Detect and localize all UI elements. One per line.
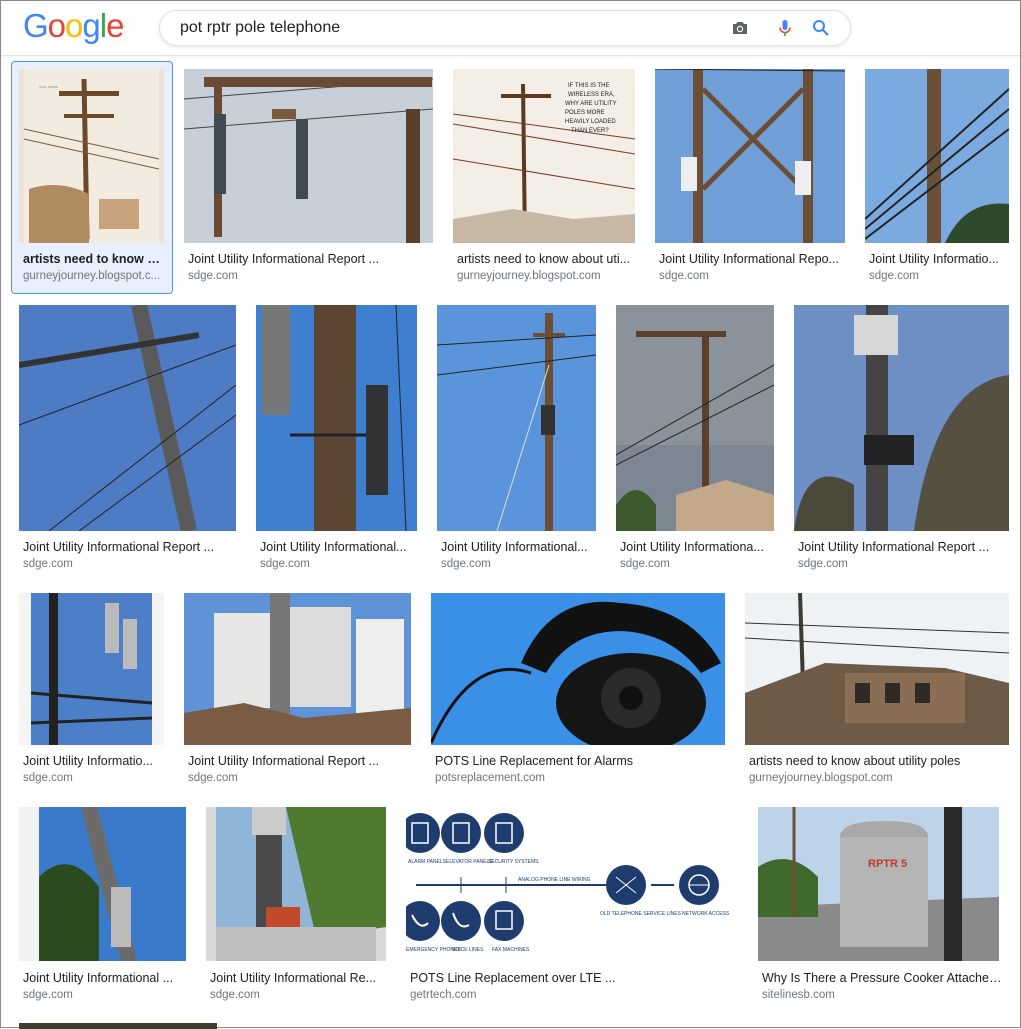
- infographic-label: ELEVATOR PANELS: [446, 859, 493, 865]
- infographic-label: VOICE LINES: [452, 947, 484, 953]
- result-title[interactable]: Joint Utility Informational Report ...: [798, 540, 1009, 554]
- result-thumbnail[interactable]: ~~ ~~~: [19, 69, 164, 243]
- result-thumbnail[interactable]: [431, 593, 725, 745]
- result-source: sdge.com: [188, 270, 238, 282]
- result-title[interactable]: Joint Utility Informatio...: [23, 754, 164, 768]
- result-thumbnail[interactable]: [794, 305, 1009, 531]
- result-title[interactable]: artists need to know a...: [23, 252, 163, 266]
- result-title[interactable]: Joint Utility Informational Report ...: [23, 540, 236, 554]
- result-source: gurneyjourney.blogspot.com: [457, 270, 601, 282]
- infographic-label: ANALOG PHONE LINE WIRING: [518, 877, 591, 883]
- search-box[interactable]: pot rptr pole telephone: [159, 10, 851, 46]
- result-title[interactable]: Joint Utility Informational...: [260, 540, 417, 554]
- result-source: sdge.com: [23, 558, 73, 570]
- svg-text:POLES MORE: POLES MORE: [565, 110, 605, 116]
- result-title[interactable]: Why Is There a Pressure Cooker Attached …: [762, 971, 1007, 985]
- search-input[interactable]: pot rptr pole telephone: [180, 19, 340, 37]
- result-source: sitelinesb.com: [762, 989, 835, 1001]
- microphone-icon[interactable]: [775, 18, 795, 38]
- result-source: sdge.com: [869, 270, 919, 282]
- result-source: gurneyjourney.blogspot.com: [749, 772, 893, 784]
- svg-text:IF THIS IS THE: IF THIS IS THE: [568, 83, 609, 89]
- camera-icon[interactable]: [730, 18, 750, 38]
- infographic-label: ALARM PANELS: [408, 859, 447, 865]
- result-thumbnail[interactable]: [19, 807, 186, 961]
- result-title[interactable]: POTS Line Replacement over LTE ...: [410, 971, 738, 985]
- result-thumbnail[interactable]: ALARM PANELS ELEVATOR PANELS SECURITY SY…: [406, 807, 738, 961]
- result-title[interactable]: artists need to know about utility poles: [749, 754, 1009, 768]
- infographic-label: SECURITY SYSTEMS: [488, 859, 539, 865]
- result-source: sdge.com: [23, 772, 73, 784]
- result-thumbnail[interactable]: IF THIS IS THE WIRELESS ERA, WHY ARE UTILI…: [453, 69, 635, 243]
- result-title[interactable]: Joint Utility Informational ...: [23, 971, 186, 985]
- svg-text:WHY ARE UTILITY: WHY ARE UTILITY: [565, 101, 617, 107]
- result-title[interactable]: Joint Utility Informatio...: [869, 252, 1009, 266]
- svg-text:WIRELESS ERA,: WIRELESS ERA,: [568, 92, 615, 98]
- next-row-thumbnail-partial[interactable]: [19, 1023, 217, 1029]
- header: Google pot rptr pole telephone: [1, 1, 1020, 56]
- result-thumbnail[interactable]: [206, 807, 386, 961]
- result-source: sdge.com: [23, 989, 73, 1001]
- google-logo[interactable]: Google: [23, 7, 124, 45]
- result-thumbnail[interactable]: [256, 305, 417, 531]
- result-title[interactable]: POTS Line Replacement for Alarms: [435, 754, 725, 768]
- result-title[interactable]: Joint Utility Informational Repo...: [659, 252, 845, 266]
- result-source: sdge.com: [659, 270, 709, 282]
- result-thumbnail[interactable]: [616, 305, 774, 531]
- svg-text:THAN EVER?: THAN EVER?: [571, 128, 609, 134]
- pole-marking-label: RPTR 5: [868, 858, 907, 870]
- result-source: getrtech.com: [410, 989, 477, 1001]
- infographic-label: FAX MACHINES: [492, 947, 530, 953]
- infographic-label: OLD TELEPHONE SERVICE LINES: [600, 911, 682, 917]
- result-source: sdge.com: [441, 558, 491, 570]
- result-source: sdge.com: [260, 558, 310, 570]
- result-source: potsreplacement.com: [435, 772, 545, 784]
- result-title[interactable]: Joint Utility Informationa...: [620, 540, 770, 554]
- result-thumbnail[interactable]: RPTR 5: [758, 807, 999, 961]
- result-thumbnail[interactable]: [19, 593, 164, 745]
- infographic-label: NETWORK ACCESS: [682, 911, 730, 917]
- svg-text:HEAVILY LOADED: HEAVILY LOADED: [565, 119, 616, 125]
- result-thumbnail[interactable]: [655, 69, 845, 243]
- result-thumbnail[interactable]: [437, 305, 596, 531]
- result-title[interactable]: Joint Utility Informational Re...: [210, 971, 386, 985]
- result-thumbnail[interactable]: [184, 593, 411, 745]
- result-title[interactable]: Joint Utility Informational Report ...: [188, 754, 411, 768]
- result-thumbnail[interactable]: [184, 69, 433, 243]
- result-thumbnail[interactable]: [19, 305, 236, 531]
- svg-text:~~ ~~~: ~~ ~~~: [39, 85, 59, 91]
- result-source: sdge.com: [210, 989, 260, 1001]
- result-thumbnail[interactable]: [865, 69, 1009, 243]
- search-icon[interactable]: [811, 18, 831, 38]
- result-title[interactable]: Joint Utility Informational Report ...: [188, 252, 433, 266]
- result-source: sdge.com: [798, 558, 848, 570]
- result-title[interactable]: Joint Utility Informational...: [441, 540, 596, 554]
- result-thumbnail[interactable]: [745, 593, 1009, 745]
- result-source: sdge.com: [620, 558, 670, 570]
- result-source: sdge.com: [188, 772, 238, 784]
- result-title[interactable]: artists need to know about uti...: [457, 252, 635, 266]
- result-source: gurneyjourney.blogspot.c...: [23, 270, 161, 282]
